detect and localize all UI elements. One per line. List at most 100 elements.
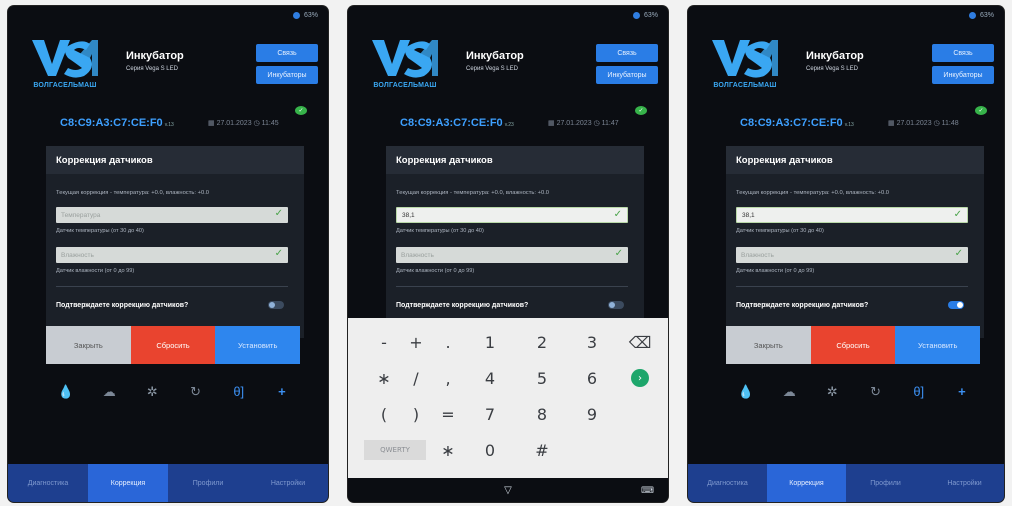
confirm-toggle[interactable] <box>948 301 964 309</box>
enter-key[interactable]: › <box>631 369 649 387</box>
numeric-keyboard: - +. 1 2 3 ⌫ ∗ /, 4 5 6 ›() = 7 8 9 QWERTY ∗ 0 # <box>348 318 668 478</box>
humidity-input[interactable]: Влажность ✓ <box>736 247 968 263</box>
link-button[interactable]: Связь <box>596 44 658 62</box>
date: 27.01.2023 <box>216 120 252 127</box>
time: 11:48 <box>941 120 959 127</box>
logo-text: ВОЛГАСЕЛЬМАШ <box>33 82 97 89</box>
key-2-3[interactable]: 7 <box>468 398 512 430</box>
reset-button[interactable]: Сбросить <box>810 326 896 364</box>
close-button[interactable]: Закрыть <box>726 326 811 364</box>
humidity-placeholder: Влажность <box>741 251 774 259</box>
plus-icon[interactable]: + <box>950 384 974 400</box>
key-3-4[interactable]: # <box>520 434 564 466</box>
firmware-version: v.13 <box>844 122 854 128</box>
vsm-logo-icon <box>32 40 98 78</box>
mac-address: C8:C9:A3:C7:CE:F0 <box>400 117 503 129</box>
screen-2: 63% ВОЛГАСЕЛЬМАШ Инкубатор Серия Vega S … <box>348 6 668 502</box>
current-correction: Текущая коррекция - температура: +0.0, в… <box>396 190 550 196</box>
network-icon <box>968 12 976 19</box>
temperature-input[interactable]: Температура ✓ <box>56 207 288 223</box>
set-button[interactable]: Установить <box>215 326 301 364</box>
tab-settings[interactable]: Настройки <box>248 464 328 502</box>
fan-icon[interactable]: ✲ <box>140 384 164 400</box>
cycle-icon[interactable]: ↻ <box>864 384 888 400</box>
link-button[interactable]: Связь <box>932 44 994 62</box>
link-button[interactable]: Связь <box>256 44 318 62</box>
temperature-input[interactable]: 38,1 ✓ <box>396 207 628 223</box>
tab-profiles[interactable]: Профили <box>168 464 248 502</box>
toggle-knob <box>957 302 963 308</box>
connection-ok-icon: ✓ <box>295 106 307 115</box>
egg-turn-icon[interactable]: θ] <box>907 384 931 400</box>
tab-diagnostics[interactable]: Диагностика <box>688 464 767 502</box>
reset-button[interactable]: Сбросить <box>130 326 216 364</box>
plus-icon[interactable]: + <box>270 384 294 400</box>
date: 27.01.2023 <box>896 120 932 127</box>
humidity-placeholder: Влажность <box>61 251 94 259</box>
key-2-5[interactable]: 9 <box>570 398 614 430</box>
tab-diagnostics[interactable]: Диагностика <box>8 464 88 502</box>
egg-turn-icon[interactable]: θ] <box>227 384 251 400</box>
tab-correction[interactable]: Коррекция <box>767 464 846 502</box>
key-3-2[interactable]: ∗ <box>426 434 470 466</box>
close-button[interactable]: Закрыть <box>46 326 131 364</box>
fan-icon[interactable]: ✲ <box>820 384 844 400</box>
tab-profiles[interactable]: Профили <box>846 464 925 502</box>
cycle-icon[interactable]: ↻ <box>184 384 208 400</box>
confirm-toggle[interactable] <box>268 301 284 309</box>
key-0-4[interactable]: 2 <box>520 326 564 358</box>
confirm-label: Подтверждаете коррекцию датчиков? <box>736 302 869 309</box>
temperature-input[interactable]: 38,1 ✓ <box>736 207 968 223</box>
confirm-label: Подтверждаете коррекцию датчиков? <box>396 302 529 309</box>
key-3-3[interactable]: 0 <box>468 434 512 466</box>
confirm-toggle[interactable] <box>608 301 624 309</box>
key-1-4[interactable]: 5 <box>520 362 564 394</box>
logo-text: ВОЛГАСЕЛЬМАШ <box>373 82 437 89</box>
brand-logo: ВОЛГАСЕЛЬМАШ <box>370 36 440 94</box>
back-nav-icon[interactable]: ▽ <box>504 485 512 496</box>
incubators-button[interactable]: Инкубаторы <box>256 66 318 84</box>
incubators-button[interactable]: Инкубаторы <box>596 66 658 84</box>
cloud-rain-icon[interactable]: ☁ <box>97 384 121 400</box>
vsm-logo-icon <box>372 40 438 78</box>
sensor-correction-card: Коррекция датчиков Текущая коррекция - т… <box>46 146 304 338</box>
humidity-hint: Датчик влажности (от 0 до 99) <box>736 268 815 274</box>
key-2-2[interactable]: = <box>426 398 470 430</box>
key-1-2[interactable]: , <box>426 362 470 394</box>
cloud-rain-icon[interactable]: ☁ <box>777 384 801 400</box>
date: 27.01.2023 <box>556 120 592 127</box>
water-drop-icon[interactable]: 💧 <box>734 384 758 400</box>
temperature-hint: Датчик температуры (от 30 до 40) <box>396 228 484 234</box>
keyboard-grid: - +. 1 2 3 ⌫ ∗ /, 4 5 6 ›() = 7 8 9 QWERTY ∗ 0 # <box>348 326 668 476</box>
tab-correction[interactable]: Коррекция <box>88 464 168 502</box>
humidity-input[interactable]: Влажность ✓ <box>56 247 288 263</box>
tab-settings[interactable]: Настройки <box>925 464 1004 502</box>
key-0-5[interactable]: 3 <box>570 326 614 358</box>
time: 11:47 <box>601 120 619 127</box>
bottom-tabs: Диагностика Коррекция Профили Настройки <box>8 464 328 502</box>
incubators-button[interactable]: Инкубаторы <box>932 66 994 84</box>
key-1-3[interactable]: 4 <box>468 362 512 394</box>
key-1-5[interactable]: 6 <box>570 362 614 394</box>
key-2-4[interactable]: 8 <box>520 398 564 430</box>
humidity-input[interactable]: Влажность ✓ <box>396 247 628 263</box>
temperature-value: 38,1 <box>402 211 415 219</box>
confirm-label: Подтверждаете коррекцию датчиков? <box>56 302 189 309</box>
network-icon <box>292 12 300 19</box>
qwerty-key[interactable]: QWERTY <box>364 440 426 460</box>
datetime: ▦ 27.01.2023 ◷ 11:48 <box>888 120 959 127</box>
time: 11:45 <box>261 120 279 127</box>
water-drop-icon[interactable]: 💧 <box>54 384 78 400</box>
set-button[interactable]: Установить <box>895 326 981 364</box>
status-bar: 63% <box>968 12 994 19</box>
keyboard-icon[interactable]: ⌨ <box>641 485 654 496</box>
firmware-version: v.23 <box>504 122 514 128</box>
backspace-key[interactable]: ⌫ <box>618 326 662 358</box>
toggle-knob <box>609 302 615 308</box>
key-0-3[interactable]: 1 <box>468 326 512 358</box>
mac-address: C8:C9:A3:C7:CE:F0 <box>60 117 163 129</box>
temperature-hint: Датчик температуры (от 30 до 40) <box>56 228 144 234</box>
connection-ok-icon: ✓ <box>635 106 647 115</box>
key-0-2[interactable]: . <box>426 326 470 358</box>
brand-logo: ВОЛГАСЕЛЬМАШ <box>710 36 780 94</box>
